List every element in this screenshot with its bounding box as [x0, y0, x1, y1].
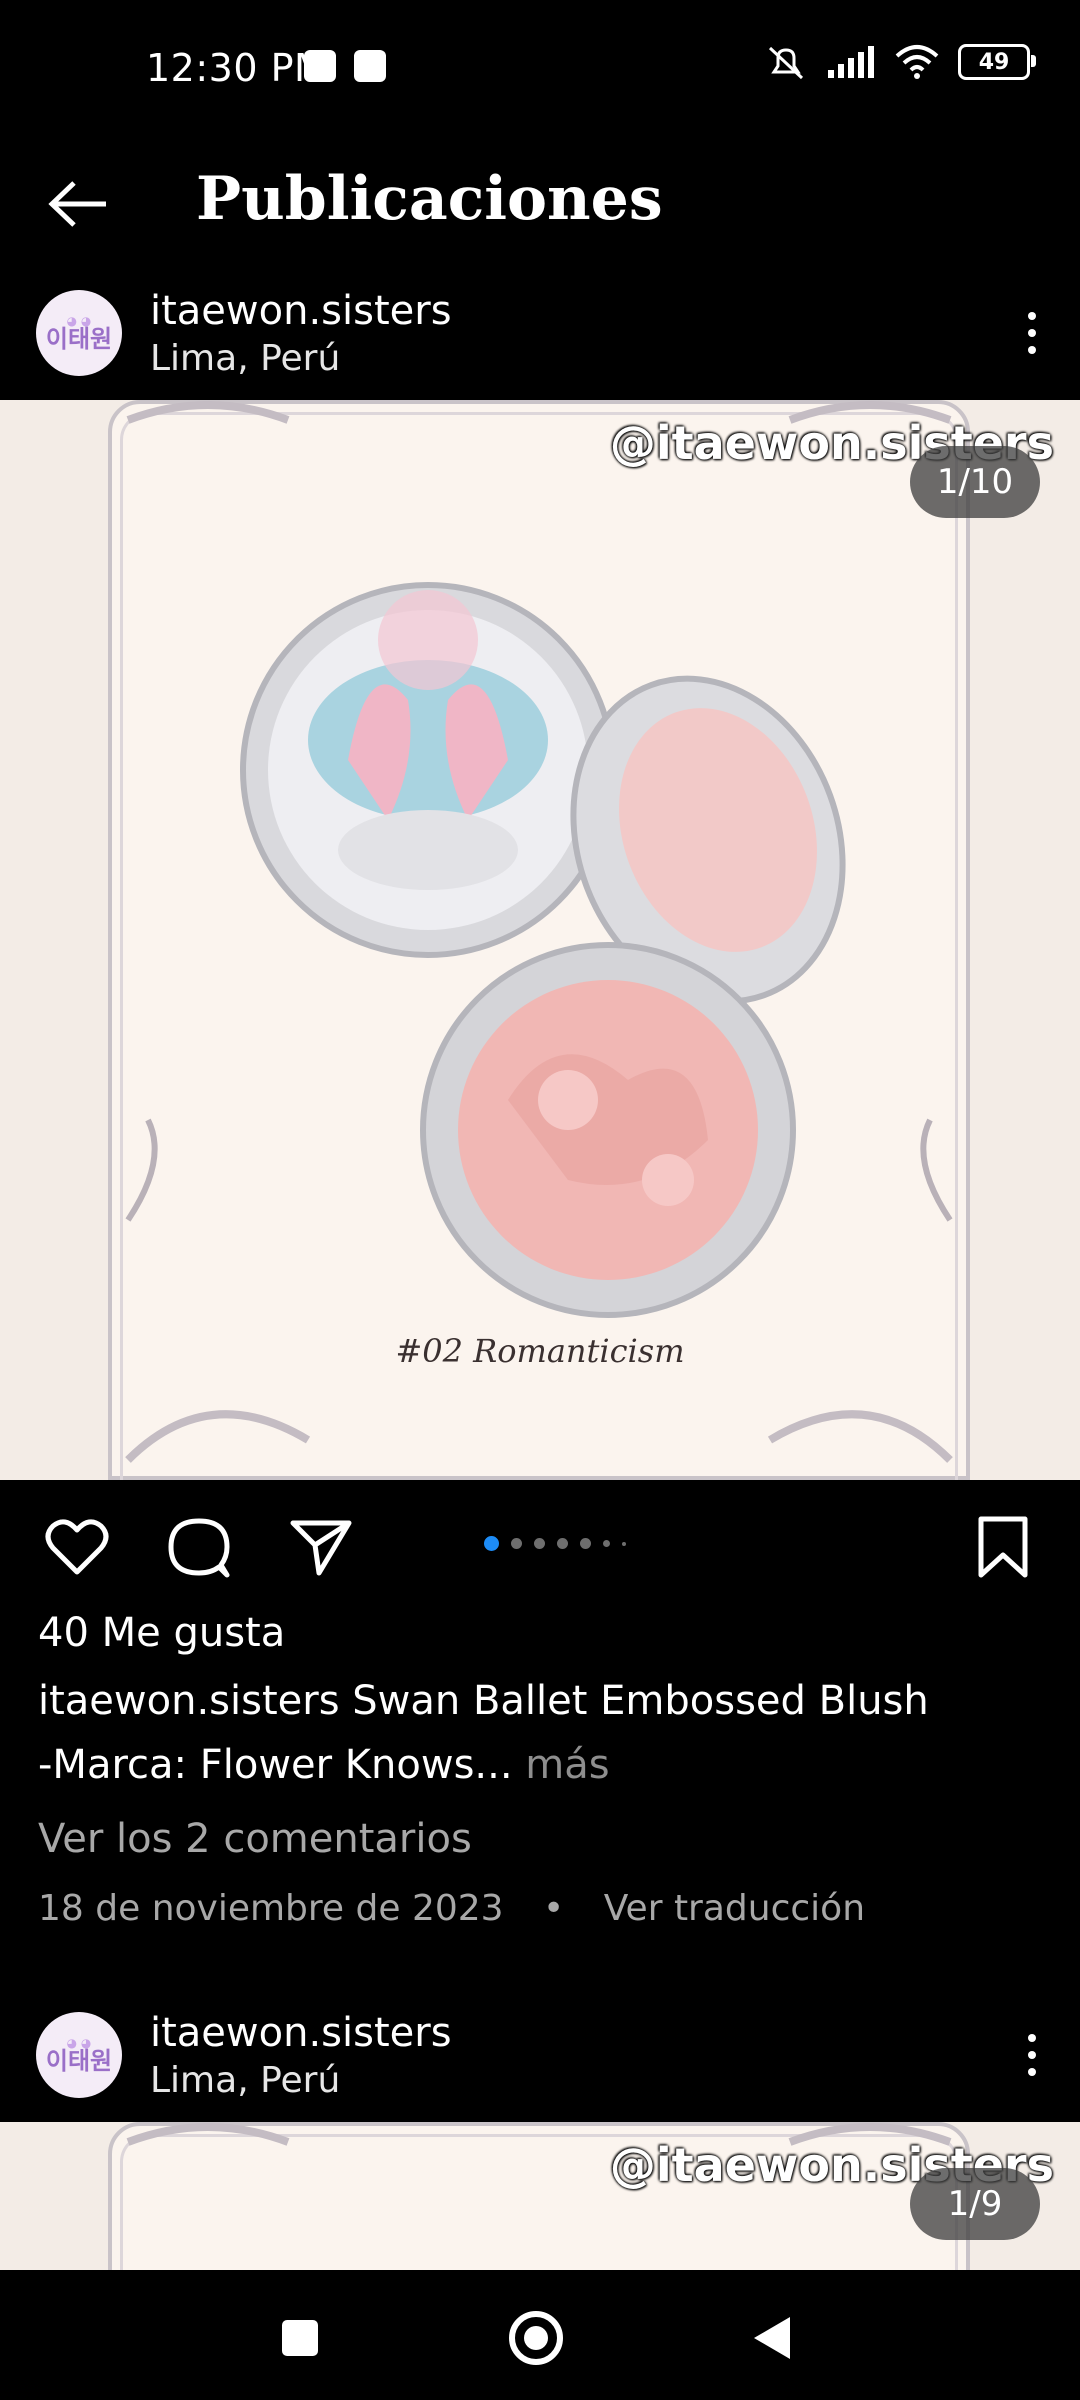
save-button[interactable] [968, 1512, 1038, 1582]
share-button[interactable] [286, 1512, 356, 1582]
wifi-icon [895, 45, 939, 79]
image-caption: #02 Romanticism [395, 1332, 685, 1370]
post-image[interactable]: #02 Romanticism @itaewon.sisters 1/10 [0, 400, 1080, 1480]
more-link[interactable]: más [525, 1742, 609, 1788]
post-header: ◕ ◕ 이태원 itaewon.sisters Lima, Perú [0, 1992, 1080, 2122]
notification-icon [354, 50, 386, 82]
avatar[interactable]: ◕ ◕ 이태원 [36, 290, 122, 376]
comment-icon [168, 1518, 230, 1578]
post-image[interactable]: @itaewon.sisters 1/9 [0, 2122, 1080, 2270]
back-button[interactable] [38, 164, 118, 244]
translate-link[interactable]: Ver traducción [604, 1888, 865, 1929]
triangle-back-icon [754, 2317, 790, 2359]
carousel-dot [557, 1538, 568, 1549]
post-header: ◕ ◕ 이태원 itaewon.sisters Lima, Perú [0, 270, 1080, 400]
send-icon [290, 1520, 352, 1576]
more-vertical-icon [1028, 2034, 1036, 2042]
page-title: Publicaciones [196, 164, 663, 234]
avatar-text: 이태원 [45, 325, 113, 353]
comment-button[interactable] [164, 1512, 234, 1582]
carousel-dot [534, 1538, 545, 1549]
signal-icon [828, 46, 874, 78]
caption-text: Swan Ballet Embossed Blush [352, 1678, 929, 1724]
post-location[interactable]: Lima, Perú [150, 338, 340, 379]
more-options-button[interactable] [1010, 2020, 1054, 2090]
likes-count[interactable]: 40 Me gusta [38, 1610, 285, 1656]
carousel-dot [484, 1536, 499, 1551]
carousel-dot [511, 1538, 522, 1549]
image-frame [108, 400, 970, 1480]
battery-indicator: 49 [958, 44, 1036, 80]
carousel-dot [622, 1541, 626, 1546]
avatar[interactable]: ◕ ◕ 이태원 [36, 2012, 122, 2098]
avatar-text: 이태원 [45, 2047, 113, 2075]
post-caption: itaewon.sisters Swan Ballet Embossed Blu… [38, 1678, 929, 1724]
blush-compact-illustration [125, 401, 953, 1463]
circle-icon [509, 2311, 563, 2365]
post-actions [0, 1484, 1080, 1594]
post-username[interactable]: itaewon.sisters [150, 2010, 452, 2056]
recents-button[interactable] [268, 2306, 332, 2370]
like-button[interactable] [42, 1512, 112, 1582]
meta-separator: • [543, 1888, 565, 1929]
heart-icon [45, 1519, 109, 1575]
square-icon [282, 2320, 318, 2356]
carousel-dot [580, 1538, 591, 1549]
more-vertical-icon [1028, 312, 1036, 320]
caption-username[interactable]: itaewon.sisters [38, 1678, 340, 1724]
app-header: Publicaciones [0, 134, 1080, 270]
home-button[interactable] [504, 2306, 568, 2370]
system-nav-bar [0, 2270, 1080, 2400]
arrow-left-icon [48, 181, 106, 227]
status-bar: 12:30 PM 49 [0, 0, 1080, 134]
caption-text-2: -Marca: Flower Knows... [38, 1742, 513, 1788]
mute-icon [768, 46, 804, 80]
post-date: 18 de noviembre de 2023 [38, 1888, 504, 1929]
post-username[interactable]: itaewon.sisters [150, 288, 452, 334]
notification-icon [304, 50, 336, 82]
post-caption-continued: -Marca: Flower Knows... más [38, 1742, 610, 1788]
system-back-button[interactable] [740, 2306, 804, 2370]
carousel-dot [603, 1540, 610, 1547]
carousel-counter: 1/9 [910, 2168, 1040, 2240]
status-time: 12:30 PM [146, 46, 328, 90]
carousel-counter: 1/10 [910, 446, 1040, 518]
status-icons: 49 [764, 42, 1036, 82]
view-comments-link[interactable]: Ver los 2 comentarios [38, 1816, 472, 1862]
more-options-button[interactable] [1010, 298, 1054, 368]
post-location[interactable]: Lima, Perú [150, 2060, 340, 2101]
bookmark-icon [978, 1516, 1028, 1578]
carousel-indicator [484, 1536, 626, 1551]
post-meta: 18 de noviembre de 2023 • Ver traducción [38, 1888, 865, 1929]
